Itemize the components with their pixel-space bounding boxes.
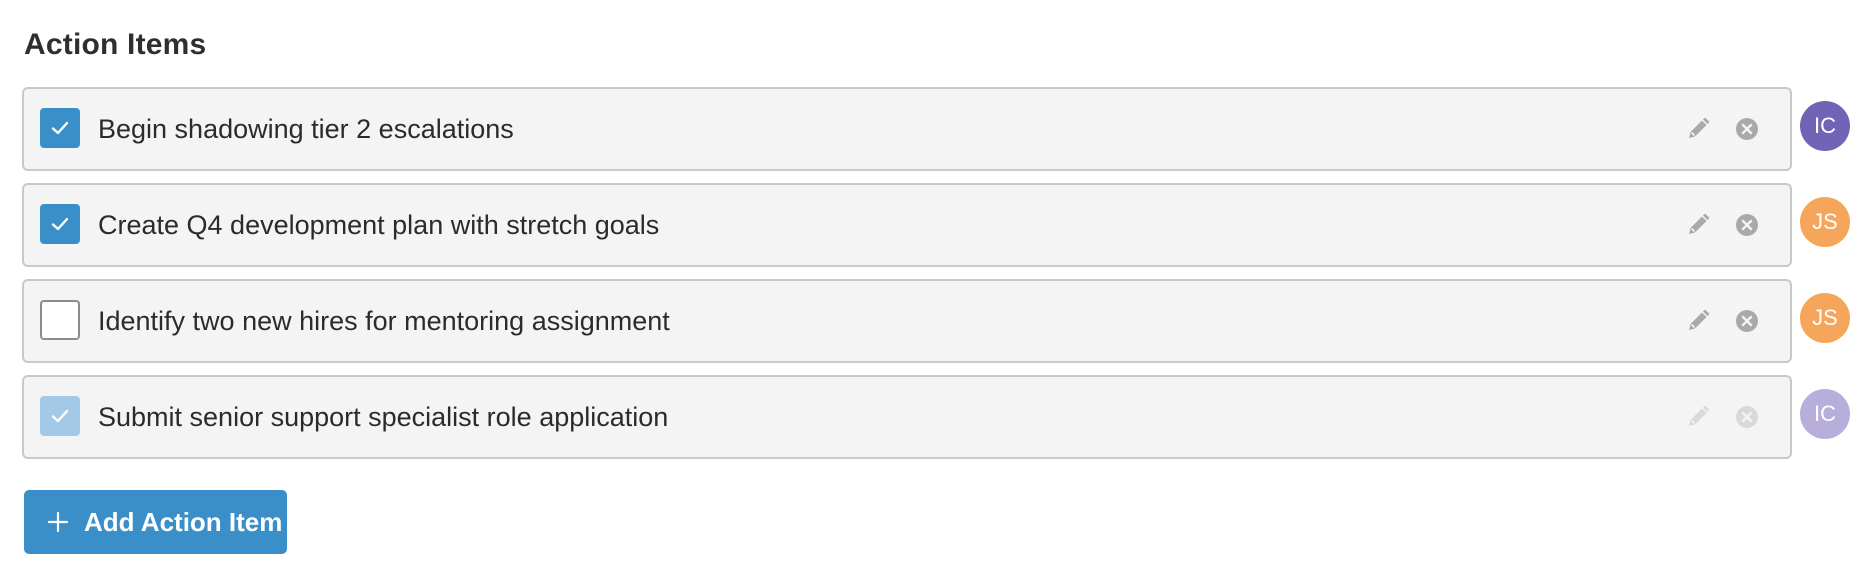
pencil-icon[interactable]: [1684, 307, 1712, 335]
avatar-initials: IC: [1814, 401, 1836, 426]
item-checkbox[interactable]: [40, 204, 80, 244]
item-label: Submit senior support specialist role ap…: [98, 402, 669, 432]
add-action-item-label: Add Action Item: [84, 506, 283, 537]
item-label: Create Q4 development plan with stretch …: [98, 210, 660, 240]
action-item-card: Begin shadowing tier 2 escalations: [22, 87, 1792, 171]
item-label: Identify two new hires for mentoring ass…: [98, 306, 670, 336]
avatar[interactable]: IC: [1800, 101, 1850, 151]
item-checkbox[interactable]: [40, 108, 80, 148]
action-items-list: Begin shadowing tier 2 escalations IC Cr…: [22, 87, 1854, 471]
action-item-row: Begin shadowing tier 2 escalations IC: [22, 87, 1854, 171]
avatar[interactable]: JS: [1800, 197, 1850, 247]
close-circle-icon[interactable]: [1734, 212, 1760, 238]
section-title: Action Items: [24, 28, 207, 61]
avatar-initials: IC: [1814, 113, 1836, 138]
checkmark-icon: [51, 217, 69, 231]
item-checkbox[interactable]: [40, 300, 80, 340]
pencil-icon[interactable]: [1684, 403, 1712, 431]
close-circle-icon[interactable]: [1734, 308, 1760, 334]
close-circle-icon[interactable]: [1734, 116, 1760, 142]
pencil-icon[interactable]: [1684, 211, 1712, 239]
action-item-row: Submit senior support specialist role ap…: [22, 375, 1854, 459]
action-item-card: Create Q4 development plan with stretch …: [22, 183, 1792, 267]
checkmark-icon: [51, 409, 69, 423]
item-checkbox[interactable]: [40, 396, 80, 436]
avatar-initials: JS: [1812, 209, 1838, 234]
plus-icon: [46, 510, 70, 534]
add-action-item-button[interactable]: Add Action Item: [24, 490, 287, 554]
checkmark-icon: [51, 121, 69, 135]
avatar[interactable]: IC: [1800, 389, 1850, 439]
avatar[interactable]: JS: [1800, 293, 1850, 343]
action-item-row: Create Q4 development plan with stretch …: [22, 183, 1854, 267]
action-item-card: Submit senior support specialist role ap…: [22, 375, 1792, 459]
pencil-icon[interactable]: [1684, 115, 1712, 143]
action-item-card: Identify two new hires for mentoring ass…: [22, 279, 1792, 363]
close-circle-icon[interactable]: [1734, 404, 1760, 430]
item-label: Begin shadowing tier 2 escalations: [98, 114, 514, 144]
action-item-row: Identify two new hires for mentoring ass…: [22, 279, 1854, 363]
avatar-initials: JS: [1812, 305, 1838, 330]
